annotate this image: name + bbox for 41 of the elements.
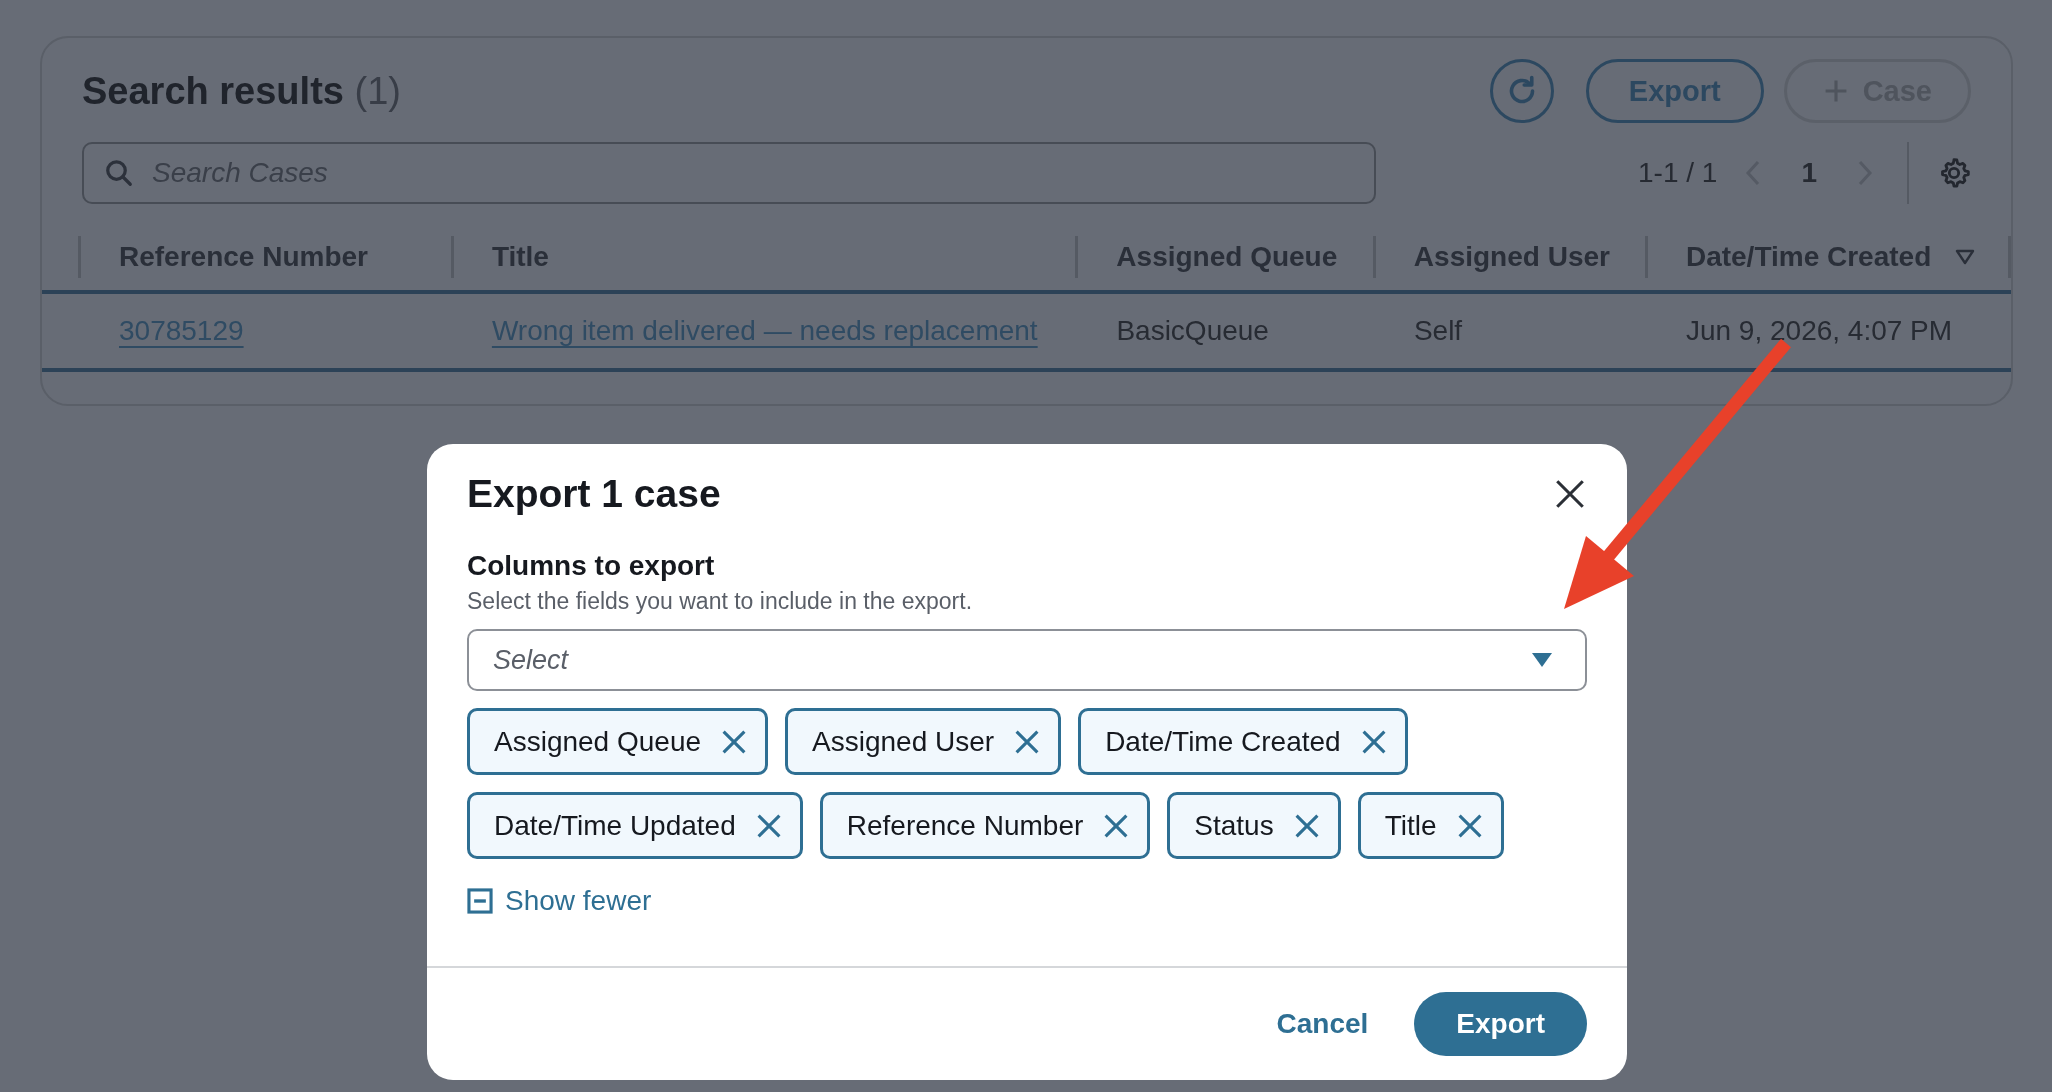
export-confirm-button[interactable]: Export	[1414, 992, 1587, 1056]
tag-label: Date/Time Updated	[494, 809, 736, 842]
remove-icon[interactable]	[1293, 812, 1320, 839]
column-header[interactable]: Assigned User	[1413, 241, 1610, 273]
caret-icon	[1531, 652, 1553, 668]
minus-square-icon	[467, 888, 493, 914]
field-label: Columns to export	[467, 550, 716, 582]
dialog-title: Export 1 case	[467, 472, 721, 516]
sort-icon[interactable]	[1955, 249, 1976, 265]
case-link[interactable]: Wrong item delivered — needs replacement	[491, 315, 1038, 346]
tag-label: Reference Number	[846, 809, 1084, 842]
table-cell: Jun 9, 2026, 4:07 PM	[1685, 315, 1953, 346]
remove-icon[interactable]	[1103, 812, 1130, 839]
table-row[interactable]: 30785129 Wrong item delivered — needs replacement BasicQueue Self Jun 9, 2026, 4:07 PM	[42, 294, 2011, 372]
remove-icon[interactable]	[1014, 728, 1041, 755]
close-icon[interactable]	[1553, 477, 1587, 511]
remove-icon[interactable]	[755, 812, 782, 839]
export-button[interactable]: Export	[1585, 59, 1764, 123]
tag-label: Status	[1194, 809, 1274, 842]
cancel-button[interactable]: Cancel	[1270, 1007, 1375, 1041]
table-cell: Self	[1413, 315, 1463, 346]
column-header[interactable]: Reference Number	[119, 241, 368, 273]
remove-icon[interactable]	[1456, 812, 1483, 839]
search-icon	[104, 158, 134, 188]
select-field[interactable]: Select	[467, 629, 1587, 691]
tag-label: Title	[1384, 809, 1437, 842]
show-fewer-link[interactable]: Show fewer	[467, 885, 652, 917]
remove-icon[interactable]	[1360, 728, 1387, 755]
page-number[interactable]: 1	[1801, 157, 1817, 189]
tag-label: Date/Time Created	[1105, 725, 1341, 758]
remove-icon[interactable]	[721, 728, 748, 755]
table-cell: BasicQueue	[1116, 315, 1269, 346]
field-description: Select the fields you want to include in the export.	[467, 588, 974, 615]
page-range: 1-1 / 1	[1638, 157, 1718, 189]
tag-label: Assigned Queue	[494, 725, 702, 758]
column-header[interactable]: Assigned Queue	[1116, 241, 1338, 273]
case-link[interactable]: 30785129	[119, 315, 244, 346]
select-placeholder: Select	[493, 644, 569, 676]
column-header[interactable]: Date/Time Created	[1685, 241, 1932, 273]
column-header[interactable]: Title	[491, 241, 549, 273]
tag-label: Assigned User	[812, 725, 995, 758]
